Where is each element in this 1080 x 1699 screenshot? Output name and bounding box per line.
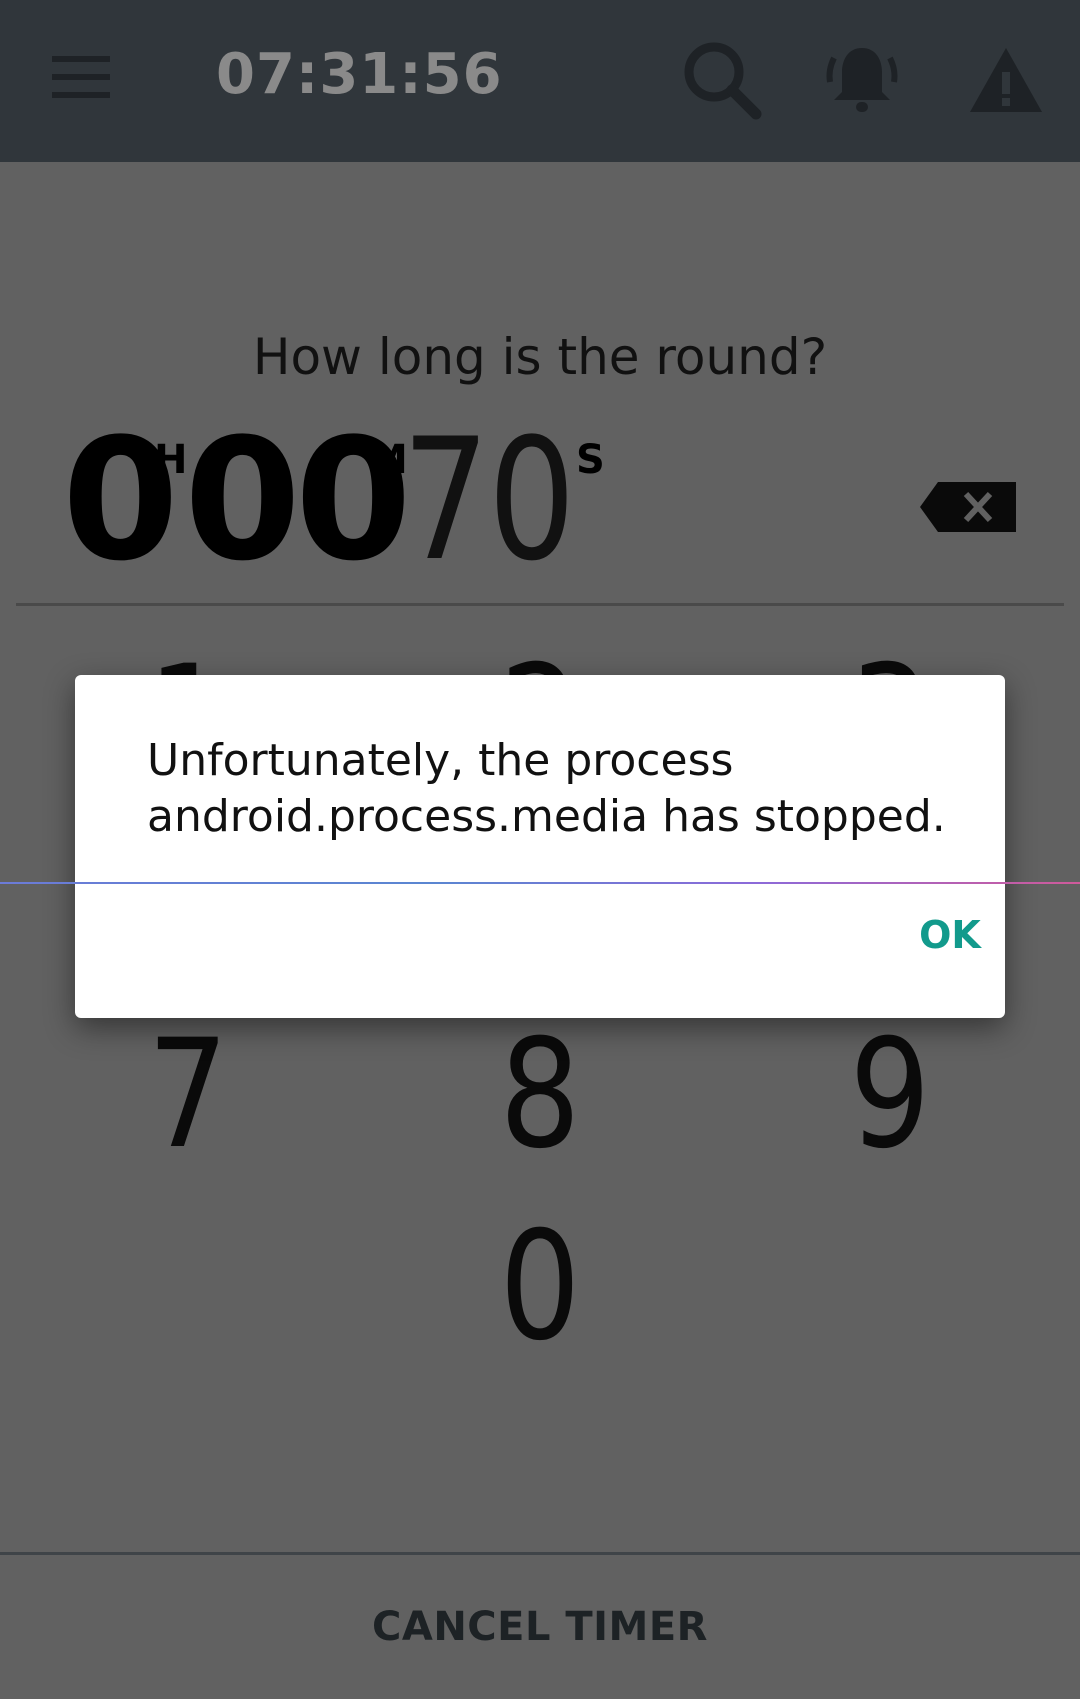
key-7[interactable]: 7 bbox=[103, 1020, 273, 1170]
key-0[interactable]: 0 bbox=[455, 1212, 625, 1362]
search-icon[interactable] bbox=[680, 38, 764, 122]
backspace-icon[interactable] bbox=[920, 482, 1016, 532]
bell-icon[interactable] bbox=[820, 38, 904, 122]
hours-unit: H bbox=[154, 437, 188, 483]
alert-icon[interactable] bbox=[964, 38, 1048, 122]
seconds-unit: S bbox=[576, 437, 605, 483]
round-length-prompt: How long is the round? bbox=[252, 328, 828, 386]
clock-text: 07:31:56 bbox=[216, 42, 503, 107]
error-dialog: Unfortunately, the process android.proce… bbox=[75, 675, 1005, 1018]
display-divider bbox=[16, 603, 1064, 606]
key-8[interactable]: 8 bbox=[455, 1020, 625, 1170]
dialog-message: Unfortunately, the process android.proce… bbox=[147, 735, 946, 842]
render-artifact-line bbox=[0, 882, 1080, 884]
app-bar: 07:31:56 bbox=[0, 0, 1080, 162]
key-9[interactable]: 9 bbox=[805, 1020, 975, 1170]
ok-button[interactable]: OK bbox=[905, 905, 995, 965]
cancel-timer-button[interactable]: CANCEL TIMER bbox=[0, 1555, 1080, 1699]
seconds-value: 70 bbox=[402, 402, 576, 598]
menu-icon[interactable] bbox=[52, 56, 116, 98]
